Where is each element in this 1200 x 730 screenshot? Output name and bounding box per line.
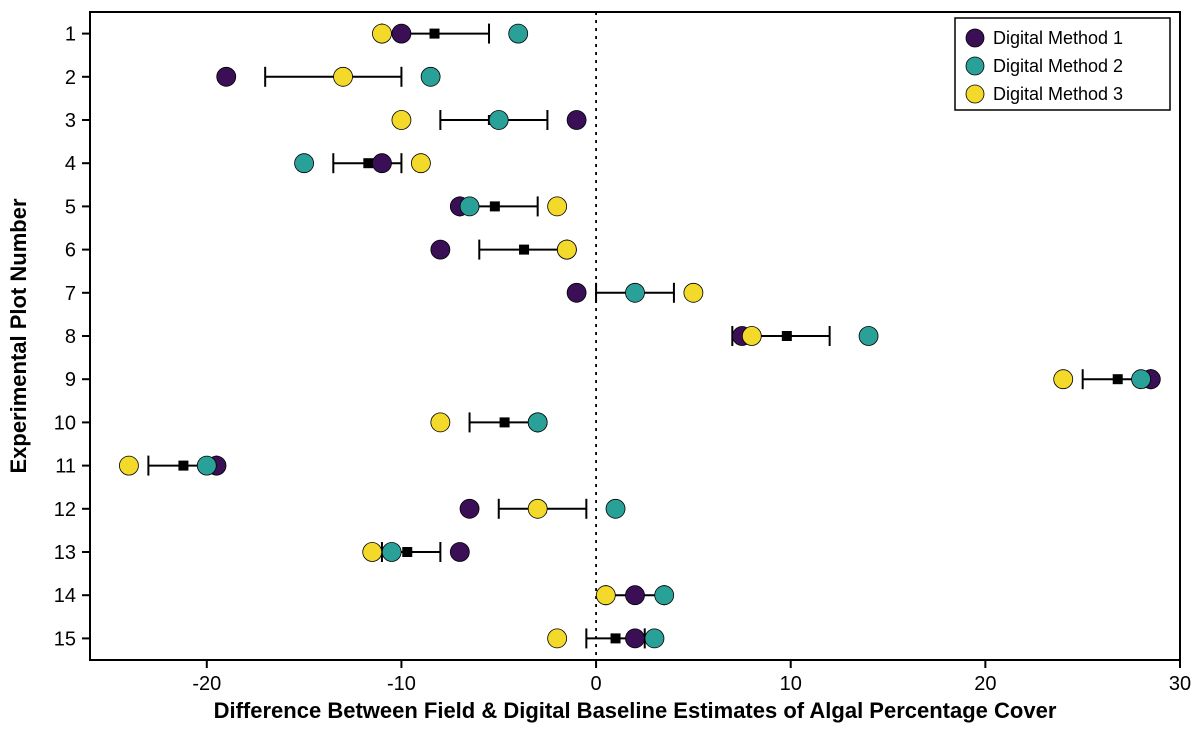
- data-point: [567, 111, 586, 130]
- data-point: [742, 327, 761, 346]
- x-tick-label: -20: [192, 673, 221, 695]
- data-point: [392, 24, 411, 43]
- data-point: [421, 67, 440, 86]
- y-tick-label: 4: [65, 153, 76, 175]
- data-point: [528, 413, 547, 432]
- x-tick-label: 30: [1169, 673, 1191, 695]
- data-point: [119, 456, 138, 475]
- x-tick-label: 20: [974, 673, 996, 695]
- x-tick-label: 0: [591, 673, 602, 695]
- data-point: [460, 499, 479, 518]
- x-tick-label: -10: [387, 673, 416, 695]
- data-point: [626, 586, 645, 605]
- y-tick-label: 13: [54, 542, 76, 564]
- y-tick-label: 7: [65, 283, 76, 305]
- data-point: [548, 629, 567, 648]
- y-tick-label: 2: [65, 67, 76, 89]
- data-point: [363, 543, 382, 562]
- data-point: [382, 543, 401, 562]
- data-point: [596, 586, 615, 605]
- legend-label: Digital Method 2: [993, 56, 1123, 76]
- y-tick-label: 6: [65, 240, 76, 262]
- mean-marker: [363, 158, 373, 168]
- data-point: [557, 240, 576, 259]
- mean-marker: [430, 29, 440, 39]
- data-point: [1132, 370, 1151, 389]
- mean-marker: [1113, 374, 1123, 384]
- y-tick-label: 14: [54, 585, 76, 607]
- mean-marker: [782, 331, 792, 341]
- data-point: [372, 24, 391, 43]
- mean-marker: [490, 201, 500, 211]
- data-point: [217, 67, 236, 86]
- data-point: [431, 413, 450, 432]
- data-point: [528, 499, 547, 518]
- data-point: [684, 283, 703, 302]
- data-point: [431, 240, 450, 259]
- x-axis-label: Difference Between Field & Digital Basel…: [214, 698, 1057, 723]
- data-point: [645, 629, 664, 648]
- mean-marker: [611, 633, 621, 643]
- data-point: [372, 154, 391, 173]
- data-point: [1054, 370, 1073, 389]
- data-point: [295, 154, 314, 173]
- chart-container: -20-100102030123456789101112131415Differ…: [0, 0, 1200, 730]
- mean-marker: [178, 461, 188, 471]
- chart-svg: -20-100102030123456789101112131415Differ…: [0, 0, 1200, 730]
- y-tick-label: 5: [65, 196, 76, 218]
- y-tick-label: 10: [54, 412, 76, 434]
- legend-label: Digital Method 3: [993, 84, 1123, 104]
- legend-marker: [966, 57, 984, 75]
- data-point: [626, 283, 645, 302]
- x-tick-label: 10: [780, 673, 802, 695]
- y-tick-label: 9: [65, 369, 76, 391]
- y-axis-label: Experimental Plot Number: [6, 198, 31, 474]
- data-point: [548, 197, 567, 216]
- data-point: [460, 197, 479, 216]
- data-point: [509, 24, 528, 43]
- mean-marker: [500, 417, 510, 427]
- legend-marker: [966, 85, 984, 103]
- y-tick-label: 11: [55, 456, 76, 478]
- data-point: [859, 327, 878, 346]
- y-tick-label: 15: [54, 628, 76, 650]
- y-tick-label: 3: [65, 110, 76, 132]
- mean-marker: [402, 547, 412, 557]
- y-tick-label: 8: [65, 326, 76, 348]
- data-point: [450, 543, 469, 562]
- y-tick-label: 1: [65, 24, 76, 46]
- mean-marker: [519, 245, 529, 255]
- legend-label: Digital Method 1: [993, 28, 1123, 48]
- data-point: [334, 67, 353, 86]
- data-point: [197, 456, 216, 475]
- data-point: [392, 111, 411, 130]
- y-tick-label: 12: [54, 499, 76, 521]
- data-point: [655, 586, 674, 605]
- legend-marker: [966, 29, 984, 47]
- data-point: [626, 629, 645, 648]
- data-point: [567, 283, 586, 302]
- data-point: [606, 499, 625, 518]
- data-point: [411, 154, 430, 173]
- data-point: [489, 111, 508, 130]
